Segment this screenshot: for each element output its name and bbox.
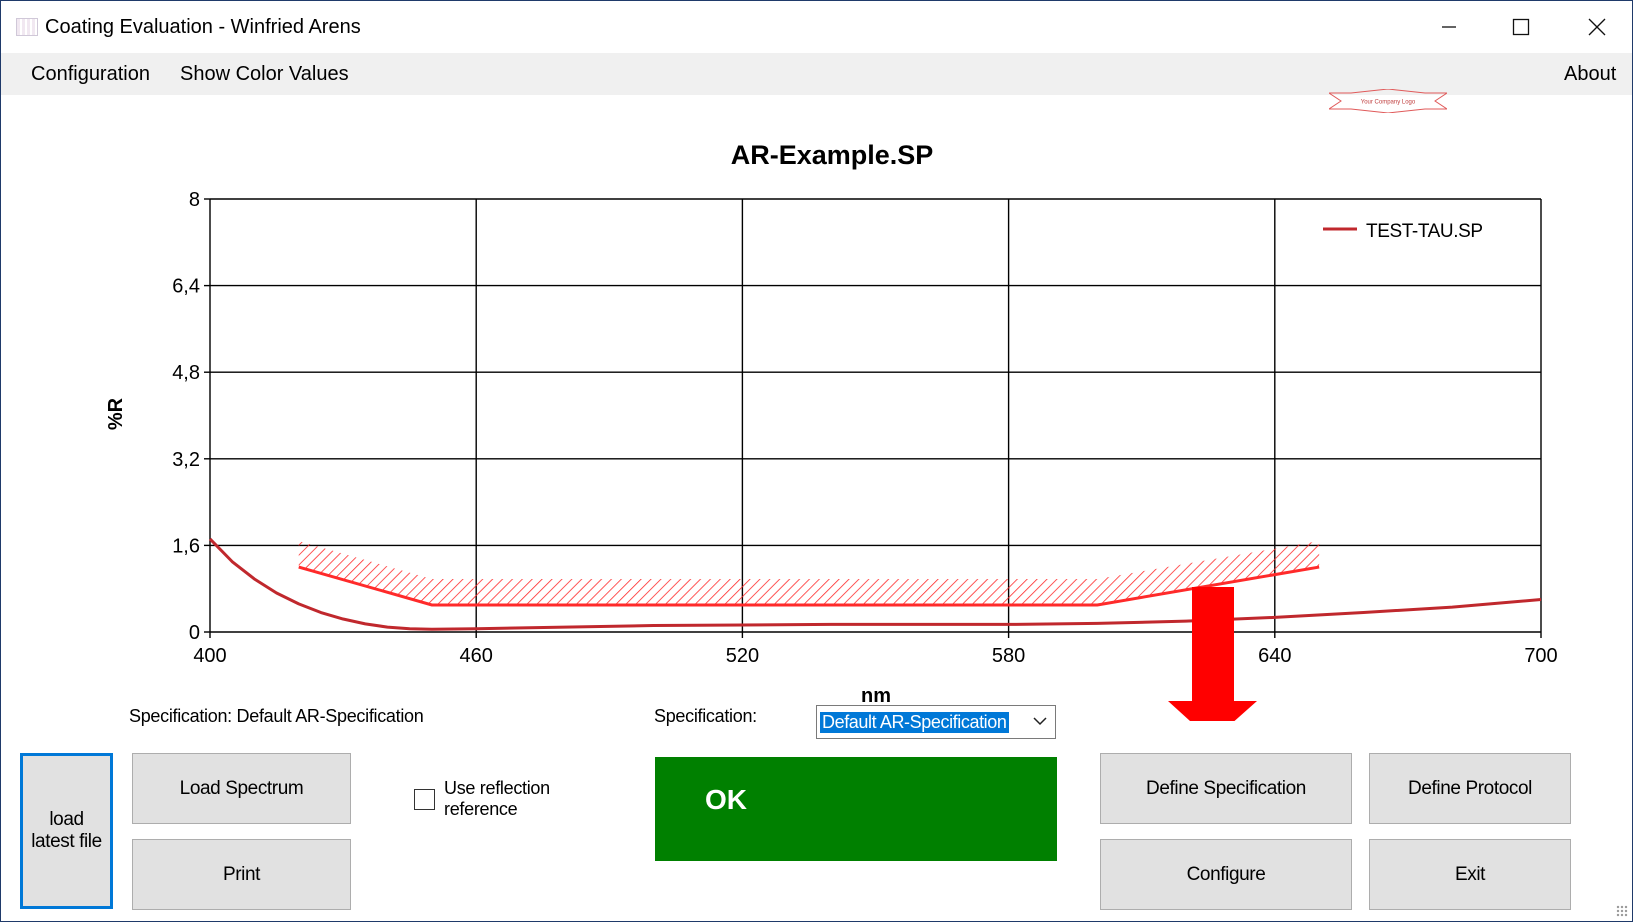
- load-latest-label-2: latest file: [31, 831, 102, 852]
- arrow-head: [1168, 701, 1257, 721]
- exit-button[interactable]: Exit: [1369, 839, 1571, 910]
- resize-grip[interactable]: [1616, 905, 1628, 917]
- x-tick-label: 460: [460, 645, 493, 667]
- x-axis-label: nm: [861, 685, 891, 707]
- specification-select[interactable]: Default AR-Specification: [816, 705, 1056, 739]
- x-tick-label: 400: [193, 645, 226, 667]
- y-tick-label: 1,6: [172, 535, 200, 557]
- result-text: OK: [705, 784, 747, 815]
- y-tick-label: 4,8: [172, 362, 200, 384]
- load-latest-label-1: load: [49, 809, 84, 830]
- x-tick-label: 520: [726, 645, 759, 667]
- define-specification-button[interactable]: Define Specification: [1100, 753, 1352, 824]
- specification-hatch: [298, 541, 1320, 605]
- chart-title: AR-Example.SP: [731, 140, 934, 170]
- print-button[interactable]: Print: [132, 839, 351, 910]
- load-latest-file-button[interactable]: load latest file: [20, 753, 113, 909]
- legend-label: TEST-TAU.SP: [1366, 221, 1483, 242]
- x-tick-label: 640: [1258, 645, 1291, 667]
- y-tick-label: 8: [189, 189, 200, 211]
- load-spectrum-button[interactable]: Load Spectrum: [132, 753, 351, 824]
- specification-label: Specification:: [654, 706, 757, 726]
- define-protocol-button[interactable]: Define Protocol: [1369, 753, 1571, 824]
- app-window: Coating Evaluation - Winfried Arens Conf…: [0, 0, 1633, 922]
- chart: AR-Example.SP 400 460 520 580 640 700 0 1,6 3,2 4…: [105, 140, 1558, 721]
- y-axis-label: %R: [105, 397, 127, 430]
- annotation-arrow: [1168, 587, 1257, 721]
- specification-select-value: Default AR-Specification: [820, 712, 1009, 733]
- x-tick-label: 580: [992, 645, 1025, 667]
- x-tick-label: 700: [1524, 645, 1557, 667]
- use-reflection-reference-checkbox[interactable]: [414, 789, 435, 810]
- specification-info: Specification: Default AR-Specification: [129, 706, 424, 726]
- arrow-shaft: [1192, 587, 1234, 703]
- result-ok-panel: OK: [655, 757, 1057, 861]
- chevron-down-icon: [1033, 717, 1047, 726]
- y-tick-label: 0: [189, 622, 200, 644]
- y-tick-label: 6,4: [172, 276, 200, 298]
- y-tick-label: 3,2: [172, 449, 200, 471]
- configure-button[interactable]: Configure: [1100, 839, 1352, 910]
- chart-legend: TEST-TAU.SP: [1323, 221, 1483, 242]
- use-reflection-reference-label[interactable]: Use reflection reference: [444, 778, 584, 820]
